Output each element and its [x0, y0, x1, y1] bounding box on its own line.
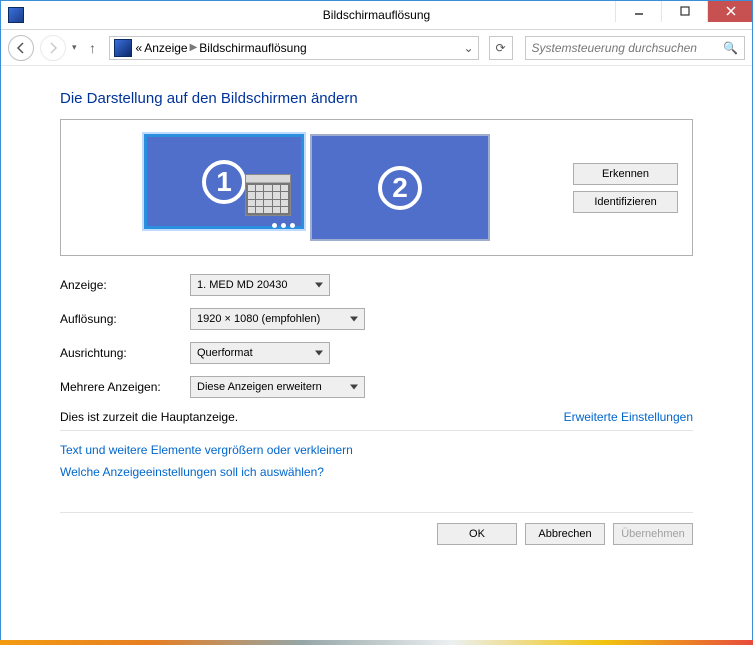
row-resolution: Auflösung: 1920 × 1080 (empfohlen)	[60, 308, 693, 330]
row-orientation: Ausrichtung: Querformat	[60, 342, 693, 364]
status-row: Dies ist zurzeit die Hauptanzeige. Erwei…	[60, 410, 693, 424]
bottom-accent-strip	[0, 640, 753, 645]
window-titlebar: Bildschirmauflösung	[0, 0, 753, 30]
apply-button[interactable]: Übernehmen	[613, 523, 693, 545]
advanced-settings-link[interactable]: Erweiterte Einstellungen	[564, 410, 693, 424]
cancel-button[interactable]: Abbrechen	[525, 523, 605, 545]
address-bar[interactable]: « Anzeige ▶ Bildschirmauflösung ⌄	[109, 36, 479, 60]
page-heading: Die Darstellung auf den Bildschirmen änd…	[60, 90, 693, 107]
label-display: Anzeige:	[60, 278, 190, 292]
help-link[interactable]: Welche Anzeigeeinstellungen soll ich aus…	[60, 465, 693, 479]
breadcrumb-item[interactable]: Anzeige	[144, 41, 187, 55]
settings-form: Anzeige: 1. MED MD 20430 Auflösung: 1920…	[60, 274, 693, 479]
select-resolution-value: 1920 × 1080 (empfohlen)	[197, 313, 320, 325]
display-arrangement-box: 1 2 Erkennen Identifizieren	[60, 119, 693, 256]
up-button[interactable]: ↑	[83, 38, 103, 58]
breadcrumb-prefix: «	[136, 41, 143, 55]
monitor-number: 1	[202, 160, 246, 204]
select-multiple[interactable]: Diese Anzeigen erweitern	[190, 376, 365, 398]
maximize-button[interactable]	[661, 0, 707, 22]
close-button[interactable]	[707, 0, 753, 22]
address-dropdown-icon[interactable]: ⌄	[459, 41, 477, 55]
footer-buttons: OK Abbrechen Übernehmen	[60, 523, 693, 545]
breadcrumb: « Anzeige ▶ Bildschirmauflösung	[136, 41, 460, 55]
history-dropdown-icon[interactable]: ▾	[72, 42, 77, 53]
main-panel: Die Darstellung auf den Bildschirmen änd…	[0, 66, 753, 479]
select-orientation-value: Querformat	[197, 347, 253, 359]
search-input[interactable]: Systemsteuerung durchsuchen 🔍	[525, 36, 745, 60]
app-thumbnail-icon	[245, 174, 291, 216]
row-multiple: Mehrere Anzeigen: Diese Anzeigen erweite…	[60, 376, 693, 398]
window-title: Bildschirmauflösung	[323, 8, 430, 22]
display-action-buttons: Erkennen Identifizieren	[573, 163, 678, 213]
main-display-status: Dies ist zurzeit die Hauptanzeige.	[60, 410, 238, 424]
chevron-right-icon: ▶	[190, 42, 198, 53]
dialog-footer: OK Abbrechen Übernehmen	[0, 512, 753, 545]
resize-text-link[interactable]: Text und weitere Elemente vergrößern ode…	[60, 443, 693, 457]
display-preview-area[interactable]: 1 2	[75, 130, 559, 245]
row-display: Anzeige: 1. MED MD 20430	[60, 274, 693, 296]
label-resolution: Auflösung:	[60, 312, 190, 326]
identify-button[interactable]: Identifizieren	[573, 191, 678, 213]
window-controls	[615, 0, 753, 29]
select-display[interactable]: 1. MED MD 20430	[190, 274, 330, 296]
window-icon	[8, 7, 24, 23]
monitor-2[interactable]: 2	[310, 134, 490, 241]
ok-button[interactable]: OK	[437, 523, 517, 545]
minimize-button[interactable]	[615, 0, 661, 22]
search-icon: 🔍	[723, 41, 738, 55]
address-icon	[114, 39, 132, 57]
select-resolution[interactable]: 1920 × 1080 (empfohlen)	[190, 308, 365, 330]
back-button[interactable]	[8, 35, 34, 61]
search-placeholder: Systemsteuerung durchsuchen	[532, 41, 697, 55]
breadcrumb-item[interactable]: Bildschirmauflösung	[199, 41, 306, 55]
select-orientation[interactable]: Querformat	[190, 342, 330, 364]
refresh-button[interactable]: ⟳	[489, 36, 513, 60]
monitor-number: 2	[378, 166, 422, 210]
label-multiple: Mehrere Anzeigen:	[60, 380, 190, 394]
nav-bar: ▾ ↑ « Anzeige ▶ Bildschirmauflösung ⌄ ⟳ …	[0, 30, 753, 66]
detect-button[interactable]: Erkennen	[573, 163, 678, 185]
monitor-1[interactable]: 1	[144, 134, 304, 229]
taskbar-dots-icon	[272, 223, 295, 228]
footer-separator	[60, 512, 693, 513]
select-display-value: 1. MED MD 20430	[197, 279, 287, 291]
forward-button[interactable]	[40, 35, 66, 61]
select-multiple-value: Diese Anzeigen erweitern	[197, 381, 322, 393]
separator	[60, 430, 693, 431]
label-orientation: Ausrichtung:	[60, 346, 190, 360]
